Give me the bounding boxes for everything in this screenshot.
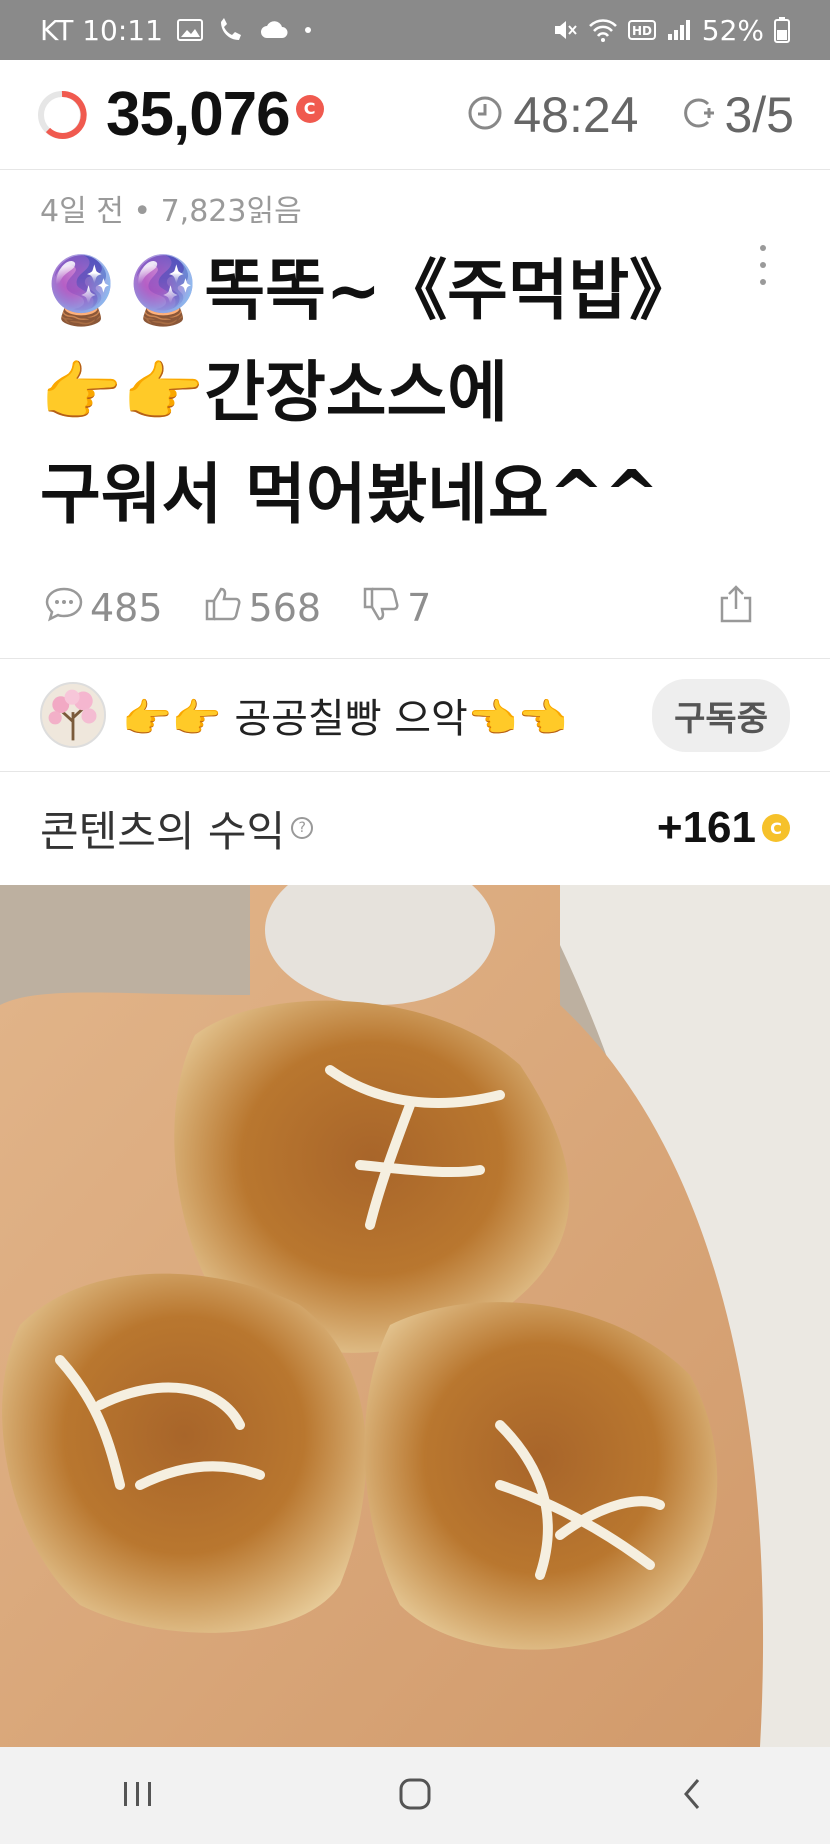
coin-icon: C (762, 814, 790, 842)
points-progress-icon[interactable] (36, 89, 88, 141)
article-title: 🔮🔮똑똑~《주먹밥》 👉👉간장소스에 구워서 먹어봤네요^^ (40, 240, 740, 546)
home-button[interactable] (355, 1756, 475, 1836)
back-icon (680, 1776, 704, 1816)
revenue-row: 콘텐츠의 수익 ? +161 C (0, 772, 830, 884)
thumbs-down-icon (361, 586, 401, 631)
like-button[interactable]: 568 (203, 586, 322, 631)
title-line-3: 구워서 먹어봤네요^^ (40, 456, 660, 533)
revenue-label: 콘텐츠의 수익 (40, 806, 286, 856)
timer-text: 48:24 (513, 86, 639, 143)
coin-plus-icon (680, 95, 716, 135)
author-avatar[interactable] (40, 682, 106, 748)
help-icon[interactable]: ? (291, 817, 314, 839)
title-line-1: 🔮🔮똑똑~《주먹밥》 (40, 252, 696, 329)
points-balance[interactable]: 35,076 (106, 79, 291, 150)
mute-icon (552, 17, 578, 43)
like-count: 568 (248, 586, 322, 630)
author-name[interactable]: 👉👉 공공칠빵 으악👈👈 (122, 686, 567, 744)
hd-voice-icon: HD (627, 19, 656, 41)
clock-icon (467, 95, 503, 135)
dislike-button[interactable]: 7 (361, 586, 431, 631)
battery-percent: 52% (701, 13, 764, 47)
comments-button[interactable]: 485 (44, 586, 163, 631)
title-line-2: 👉👉간장소스에 (40, 354, 508, 431)
call-icon (217, 18, 245, 42)
coin-icon: C (295, 94, 324, 123)
share-icon (718, 584, 754, 633)
cloud-icon (259, 20, 289, 40)
signal-icon (666, 18, 692, 42)
system-nav-bar (0, 1747, 830, 1844)
revenue-value: +161 (656, 803, 756, 852)
comment-count: 485 (90, 586, 163, 630)
battery-icon (774, 17, 790, 43)
article-photo[interactable] (0, 885, 830, 1747)
count-text: 3/5 (724, 86, 794, 143)
carrier-time: KT 10:11 (40, 13, 163, 47)
share-button[interactable] (718, 584, 754, 633)
article-stats: 485 568 7 (44, 580, 794, 636)
dot-icon (303, 25, 313, 35)
back-button[interactable] (632, 1756, 752, 1836)
divider (0, 658, 830, 659)
gallery-icon (176, 19, 203, 41)
subscribe-button[interactable]: 구독중 (652, 678, 790, 752)
article-meta: 4일 전 • 7,823읽음 (40, 194, 302, 229)
reward-count: 3/5 (680, 86, 794, 144)
comment-icon (44, 586, 84, 631)
dislike-count: 7 (407, 586, 432, 630)
status-bar: KT 10:11 HD 52% (0, 0, 830, 60)
reading-timer: 48:24 (467, 86, 638, 144)
svg-text:HD: HD (632, 24, 652, 38)
author-row: 👉👉 공공칠빵 으악👈👈 구독중 (0, 660, 830, 770)
wifi-icon (588, 18, 618, 42)
thumbs-up-icon (203, 586, 243, 631)
recent-apps-icon (118, 1778, 158, 1814)
top-header: 35,076 C 48:24 3/5 (0, 60, 830, 170)
recent-apps-button[interactable] (78, 1756, 198, 1836)
home-icon (397, 1776, 433, 1816)
more-options-icon[interactable] (756, 245, 770, 285)
